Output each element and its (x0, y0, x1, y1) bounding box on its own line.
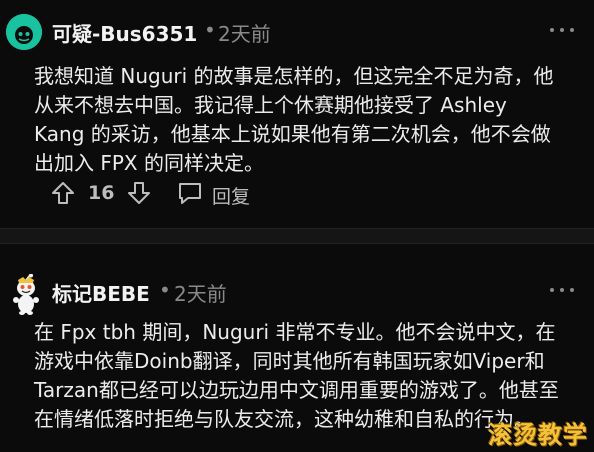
username[interactable]: 可疑-Bus6351 (52, 18, 197, 47)
upvote-icon[interactable] (50, 180, 76, 206)
reply-icon[interactable] (176, 180, 204, 206)
comment-header: 标记BEBE • 2天前 (0, 260, 594, 320)
comment-actions: 16 回复 (50, 176, 350, 212)
snoo-avatar-icon (13, 273, 39, 315)
comment-body: 在 Fpx tbh 期间，Nuguri 非常不专业。他不会说中文，在游戏中依靠D… (34, 320, 559, 431)
timestamp: 2天前 (218, 22, 271, 46)
downvote-icon[interactable] (126, 180, 152, 206)
reply-button[interactable]: 回复 (212, 182, 250, 209)
watermark-logo: 滚烫教学 (488, 421, 588, 449)
comment-divider (0, 228, 594, 244)
more-options-icon[interactable] (548, 22, 578, 38)
comment-1: 可疑-Bus6351 • 2天前 我想知道 Nuguri 的故事是怎样的，但这完… (0, 0, 594, 228)
comment-body: 我想知道 Nuguri 的故事是怎样的，但这完全不足为奇，他从来不想去中国。我记… (34, 64, 554, 175)
timestamp: 2天前 (174, 282, 227, 306)
vote-count: 16 (88, 182, 115, 204)
avatar[interactable] (6, 273, 42, 315)
separator-dot: • (204, 18, 216, 42)
comment-header: 可疑-Bus6351 • 2天前 (0, 0, 594, 60)
user-avatar-icon (6, 14, 42, 50)
separator-dot: • (159, 278, 171, 302)
more-options-icon[interactable] (548, 282, 578, 298)
username[interactable]: 标记BEBE (52, 278, 150, 307)
avatar[interactable] (6, 14, 42, 50)
